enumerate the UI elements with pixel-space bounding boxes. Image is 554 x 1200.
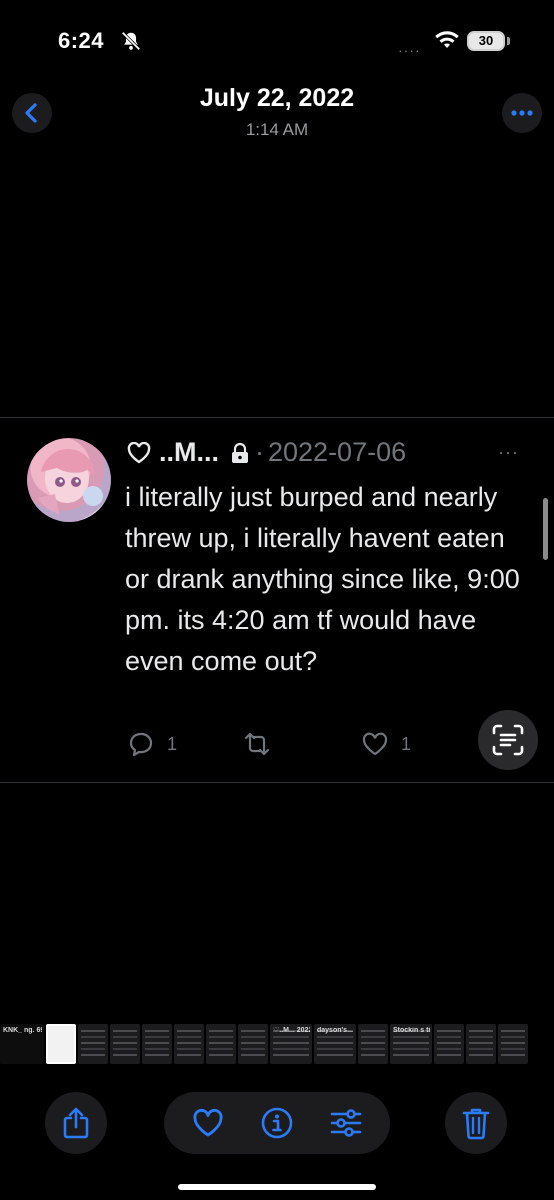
- delete-button[interactable]: [445, 1092, 507, 1154]
- battery-indicator: 30: [467, 31, 505, 51]
- like-count: 1: [401, 733, 412, 754]
- scroll-indicator: [543, 498, 548, 560]
- heart-icon: [193, 1108, 223, 1137]
- favorite-button[interactable]: [191, 1106, 225, 1140]
- sliders-icon: [330, 1109, 361, 1137]
- thumbnail[interactable]: [466, 1024, 496, 1064]
- toolbar-center-pill: [164, 1092, 390, 1154]
- thumbnail[interactable]: [434, 1024, 464, 1064]
- bell-slash-icon: [121, 31, 141, 51]
- thumbnail-current[interactable]: [46, 1024, 76, 1064]
- tweet-author-row: ..M... · 2022-07-06: [127, 437, 406, 468]
- thumbnail-text: dayson's... ENING TO h GING BLOOD: [317, 1027, 354, 1034]
- thumbnail-text: ♡..M... 2022-07: [273, 1027, 310, 1034]
- thumbnail[interactable]: [358, 1024, 388, 1064]
- thumbnail-strip[interactable]: KNK_ ng. 69 ♡..M... 2022-07 dayson's... EN…: [0, 1022, 554, 1066]
- live-text-button[interactable]: [478, 710, 538, 770]
- divider: [0, 417, 554, 418]
- divider: [0, 782, 554, 783]
- cellular-signal: ····: [398, 42, 421, 58]
- thumbnail[interactable]: ♡..M... 2022-07: [270, 1024, 312, 1064]
- tweet-author-name: ..M...: [159, 437, 219, 467]
- share-icon: [63, 1107, 89, 1139]
- wifi-icon: [435, 31, 459, 48]
- thumbnail[interactable]: [174, 1024, 204, 1064]
- tweet-reply: 1: [127, 730, 177, 758]
- tweet-date: 2022-07-06: [268, 437, 407, 467]
- ellipsis-icon: [511, 110, 533, 116]
- tweet-more-icon: ···: [498, 442, 519, 462]
- tweet-retweet: [243, 730, 271, 758]
- status-time: 6:24: [58, 28, 105, 53]
- photo-date: July 22, 2022: [199, 84, 355, 112]
- tweet-text: i literally just burped and nearly threw…: [125, 482, 520, 676]
- info-icon: [261, 1107, 293, 1139]
- thumbnail-text: KNK_ ng. 69: [3, 1027, 42, 1034]
- retweet-icon: [244, 732, 270, 756]
- live-text-icon: [492, 724, 524, 756]
- heart-outline-icon: [127, 441, 151, 463]
- thumbnail[interactable]: dayson's... ENING TO h GING BLOOD: [314, 1024, 356, 1064]
- more-button[interactable]: [502, 93, 542, 133]
- tweet-separator: ·: [255, 437, 264, 467]
- thumbnail[interactable]: [238, 1024, 268, 1064]
- thumbnail[interactable]: KNK_ ng. 69: [0, 1024, 44, 1064]
- adjust-button[interactable]: [329, 1106, 363, 1140]
- thumbnail[interactable]: Stockin s till sch: [390, 1024, 432, 1064]
- like-icon: [362, 732, 388, 756]
- share-button[interactable]: [45, 1092, 107, 1154]
- tweet-like: 1: [361, 730, 411, 758]
- trash-icon: [462, 1108, 490, 1140]
- thumbnail[interactable]: [78, 1024, 108, 1064]
- reply-count: 1: [167, 733, 178, 754]
- battery-tip: [507, 37, 510, 45]
- thumbnail[interactable]: [110, 1024, 140, 1064]
- home-indicator[interactable]: [178, 1184, 376, 1190]
- thumbnail[interactable]: [206, 1024, 236, 1064]
- thumbnail[interactable]: [142, 1024, 172, 1064]
- reply-icon: [129, 732, 153, 757]
- info-button[interactable]: [260, 1106, 294, 1140]
- thumbnail[interactable]: [498, 1024, 528, 1064]
- avatar: [27, 438, 111, 522]
- thumbnail-text: Stockin s till sch: [393, 1027, 430, 1034]
- lock-icon: [232, 442, 248, 463]
- photo-time: 1:14 AM: [245, 120, 309, 139]
